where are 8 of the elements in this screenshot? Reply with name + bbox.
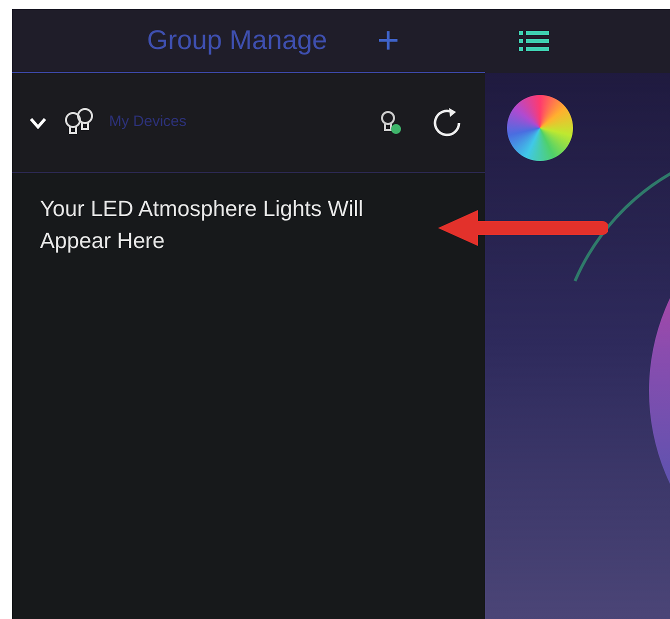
refresh-icon[interactable] [431,106,463,138]
header-title: Group Manage [147,24,328,58]
empty-message: Your LED Atmosphere Lights Will Appear Here [40,195,364,255]
add-button[interactable]: + [377,22,400,60]
group-name: My Devices [109,112,187,132]
bulb-status-icon[interactable] [379,110,403,136]
menu-icon[interactable] [519,30,549,52]
chevron-icon[interactable] [29,116,47,128]
